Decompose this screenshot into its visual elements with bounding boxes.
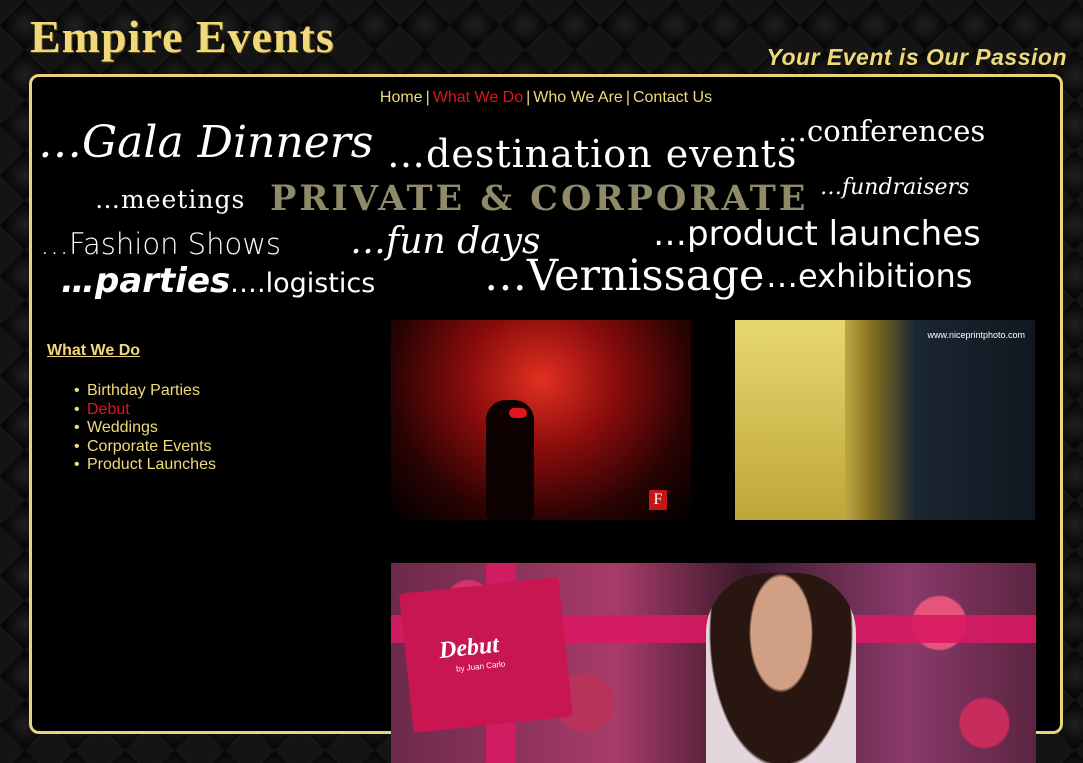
bullet-icon: • <box>74 419 80 436</box>
tagline: Your Event is Our Passion <box>766 44 1067 70</box>
debut-photo-cake: www.niceprintphoto.com <box>735 320 1035 520</box>
sidebar-title[interactable]: What We Do <box>47 342 140 360</box>
photo-person <box>706 573 856 763</box>
content-frame: Home | What We Do | Who We Are | Contact Us …G… <box>29 74 1063 763</box>
photo-mask <box>509 408 527 418</box>
word-logistics: ….logistics <box>230 268 376 299</box>
sidebar-item-label: Corporate Events <box>87 437 212 455</box>
photo-watermark: www.niceprintphoto.com <box>927 330 1025 340</box>
photo-figure <box>486 400 534 520</box>
sidebar-item-label: Debut <box>87 400 130 418</box>
bullet-icon: • <box>74 382 80 399</box>
debut-banner-photo: Debut by Juan Carlo <box>391 563 1036 763</box>
sidebar-item-label: Weddings <box>87 419 158 436</box>
sidebar-item-label: Product Launches <box>87 456 216 473</box>
word-exhibitions: …exhibitions <box>766 257 973 295</box>
bullet-icon: • <box>74 400 80 418</box>
photo-cake <box>735 320 845 520</box>
word-conferences: …conferences <box>778 114 986 148</box>
sidebar-item-product-launches[interactable]: • Product Launches <box>74 456 347 475</box>
sidebar-item-debut[interactable]: • Debut <box>74 401 347 420</box>
word-meetings: …meetings <box>95 185 246 214</box>
word-fundraisers: …fundraisers <box>820 175 970 200</box>
word-gala-dinners: …Gala Dinners <box>38 117 374 168</box>
word-private-corporate: PRIVATE & CORPORATE <box>270 178 809 219</box>
word-fashion-shows: …Fashion Shows <box>40 227 282 261</box>
sidebar: What We Do • Birthday Parties • Debut • Wed… <box>47 342 347 475</box>
sidebar-item-weddings[interactable]: • Weddings <box>74 419 347 438</box>
bullet-icon: • <box>74 456 80 473</box>
word-parties: …parties <box>61 261 231 301</box>
sidebar-list: • Birthday Parties • Debut • Weddings • Corp… <box>47 382 347 475</box>
services-word-cloud: …Gala Dinners …destination events …confe… <box>32 77 1060 307</box>
word-product-launches: …product launches <box>653 214 981 254</box>
sidebar-item-label: Birthday Parties <box>87 382 200 399</box>
word-vernissage: …Vernissage <box>484 251 765 301</box>
bullet-icon: • <box>74 437 80 455</box>
word-destination-events: …destination events <box>387 132 798 176</box>
logo[interactable]: Empire Events <box>30 14 335 60</box>
sidebar-item-birthday-parties[interactable]: • Birthday Parties <box>74 382 347 401</box>
debut-photo-red-hall: F <box>391 320 691 520</box>
photo-brand-mark: F <box>649 490 667 510</box>
sidebar-item-corporate-events[interactable]: • Corporate Events <box>74 438 347 457</box>
